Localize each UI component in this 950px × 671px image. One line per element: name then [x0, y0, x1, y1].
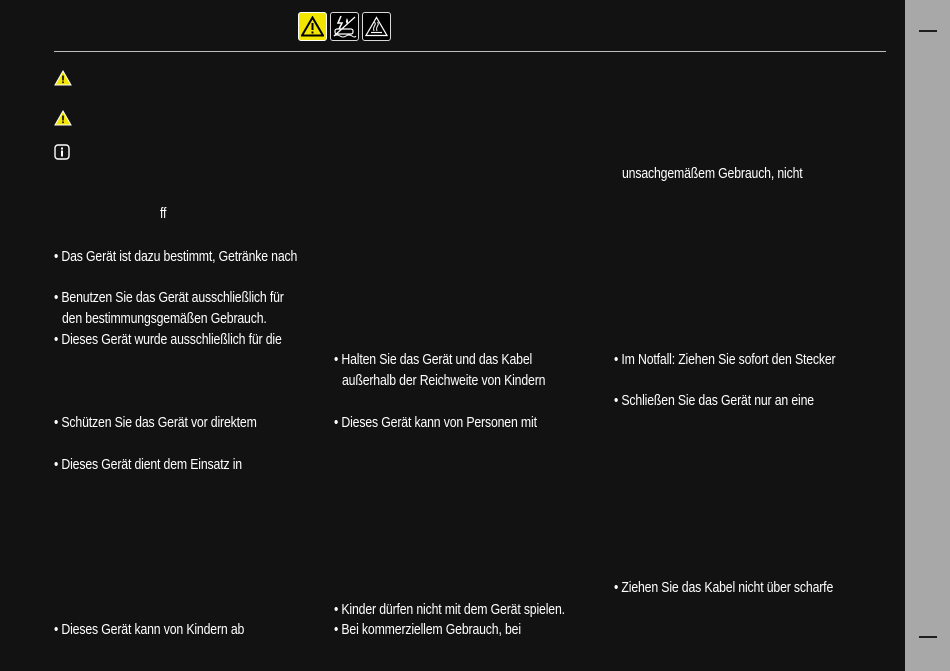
bullet-item: • Halten Sie das Gerät und das Kabel [334, 351, 533, 368]
page-edge-tab [905, 0, 950, 671]
bullet-item: • Dieses Gerät kann von Personen mit [334, 414, 537, 431]
text-line: ff [160, 205, 167, 222]
info-icon [54, 144, 70, 160]
header-icon-group [298, 12, 391, 41]
text-line: unsachgemäßem Gebrauch, nicht [622, 165, 803, 182]
bullet-item: • Im Notfall: Ziehen Sie sofort den Stec… [614, 351, 836, 368]
bullet-item: • Dieses Gerät wurde ausschließlich für … [54, 331, 282, 348]
caution-icon [54, 110, 72, 126]
hot-surface-icon [362, 12, 391, 41]
bullet-continuation: außerhalb der Reichweite von Kindern [342, 372, 546, 389]
bullet-item: • Kinder dürfen nicht mit dem Gerät spie… [334, 601, 565, 618]
bullet-item: • Schließen Sie das Gerät nur an eine [614, 392, 814, 409]
manual-page: unsachgemäßem Gebrauch, nicht ff • Das G… [0, 0, 905, 671]
bullet-continuation: den bestimmungsgemäßen Gebrauch. [62, 310, 267, 327]
warning-icon [54, 70, 72, 86]
bullet-item: • Dieses Gerät dient dem Einsatz in [54, 456, 242, 473]
bullet-item: • Schützen Sie das Gerät vor direktem [54, 414, 257, 431]
edge-marker-top [919, 30, 937, 32]
warning-yellow-icon [298, 12, 327, 41]
bullet-item: • Bei kommerziellem Gebrauch, bei [334, 621, 521, 638]
bullet-item: • Das Gerät ist dazu bestimmt, Getränke … [54, 248, 298, 265]
bullet-item: • Benutzen Sie das Gerät ausschließlich … [54, 289, 284, 306]
electric-water-hazard-icon [330, 12, 359, 41]
bullet-item: • Ziehen Sie das Kabel nicht über scharf… [614, 579, 834, 596]
header-divider [54, 51, 886, 52]
bullet-item: • Dieses Gerät kann von Kindern ab [54, 621, 245, 638]
edge-marker-bottom [919, 636, 937, 638]
